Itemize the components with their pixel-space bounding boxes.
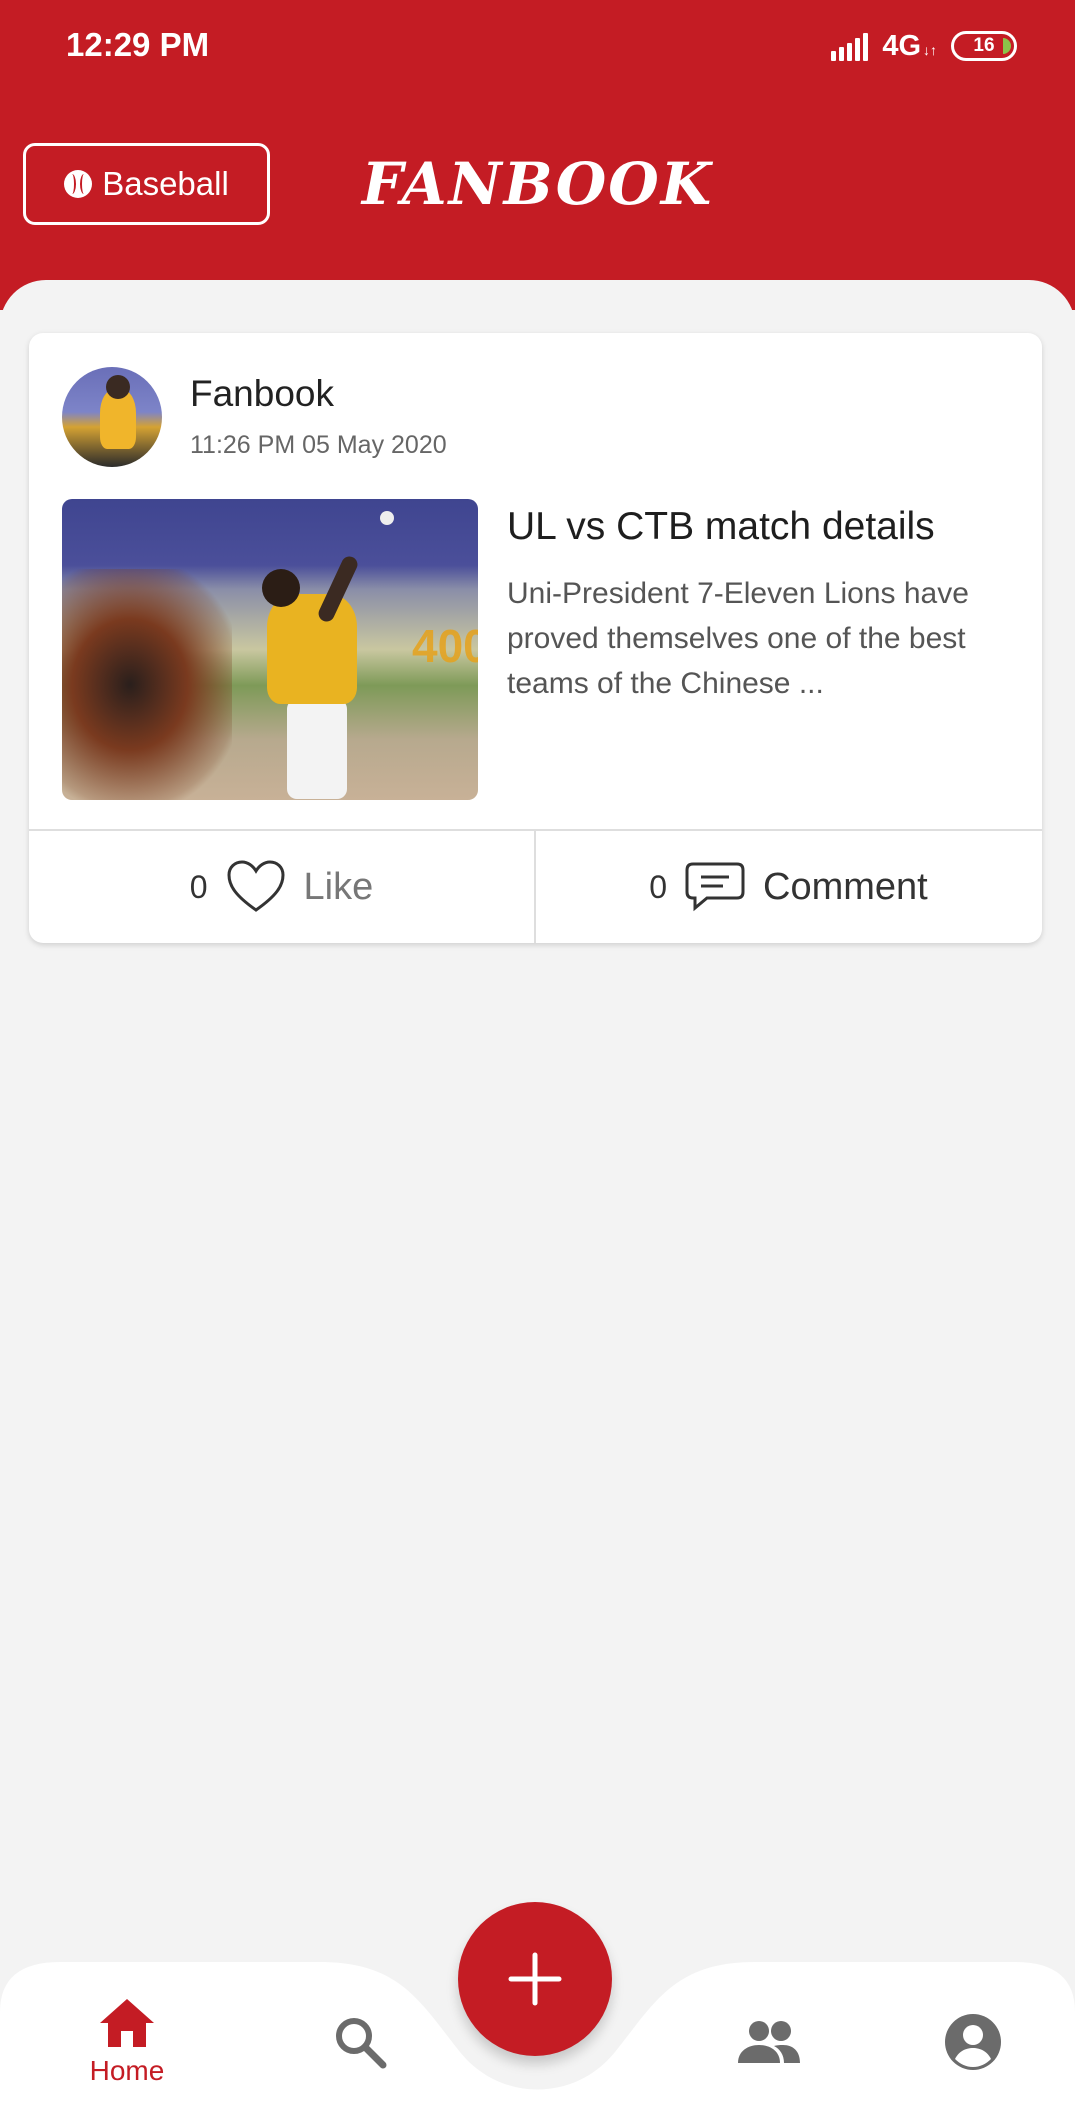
app-logo: FANBOOK xyxy=(361,150,714,218)
status-time: 12:29 PM xyxy=(66,26,210,63)
comment-count: 0 xyxy=(649,868,668,905)
status-indicators: 4G ↓↑ 16 xyxy=(831,28,1017,64)
signal-icon xyxy=(831,31,869,61)
post-card[interactable]: Fanbook 11:26 PM 05 May 2020 400 UL vs C… xyxy=(29,333,1042,943)
search-icon xyxy=(336,2018,387,2069)
heart-icon xyxy=(227,860,285,912)
people-icon xyxy=(738,2021,800,2063)
author-avatar[interactable] xyxy=(62,367,162,467)
post-timestamp: 11:26 PM 05 May 2020 xyxy=(190,431,447,459)
like-button[interactable]: 0 Like xyxy=(29,831,534,943)
battery-level: 16 xyxy=(973,35,995,56)
comment-button[interactable]: 0 Comment xyxy=(536,831,1041,943)
post-excerpt: Uni-President 7-Eleven Lions have proved… xyxy=(507,577,969,700)
create-post-button[interactable] xyxy=(458,1902,612,2056)
like-label: Like xyxy=(303,865,374,908)
post-thumbnail[interactable]: 400 xyxy=(62,499,478,800)
account-icon xyxy=(945,2014,1001,2070)
like-count: 0 xyxy=(189,868,208,905)
battery-icon: 16 xyxy=(951,31,1017,61)
author-name[interactable]: Fanbook xyxy=(190,373,334,415)
comment-label: Comment xyxy=(763,865,928,908)
plus-icon xyxy=(508,1952,562,2006)
nav-community[interactable] xyxy=(699,1982,839,2102)
status-bar: 12:29 PM 4G ↓↑ 16 xyxy=(0,0,1075,95)
post-title[interactable]: UL vs CTB match details xyxy=(507,505,1017,549)
comment-icon xyxy=(685,862,745,912)
home-icon xyxy=(100,1999,154,2047)
network-type: 4G ↓↑ xyxy=(882,29,937,62)
nav-home[interactable]: Home xyxy=(57,1982,197,2102)
nav-home-label: Home xyxy=(89,2055,165,2086)
nav-profile[interactable] xyxy=(903,1982,1043,2102)
nav-search[interactable] xyxy=(290,1982,430,2102)
